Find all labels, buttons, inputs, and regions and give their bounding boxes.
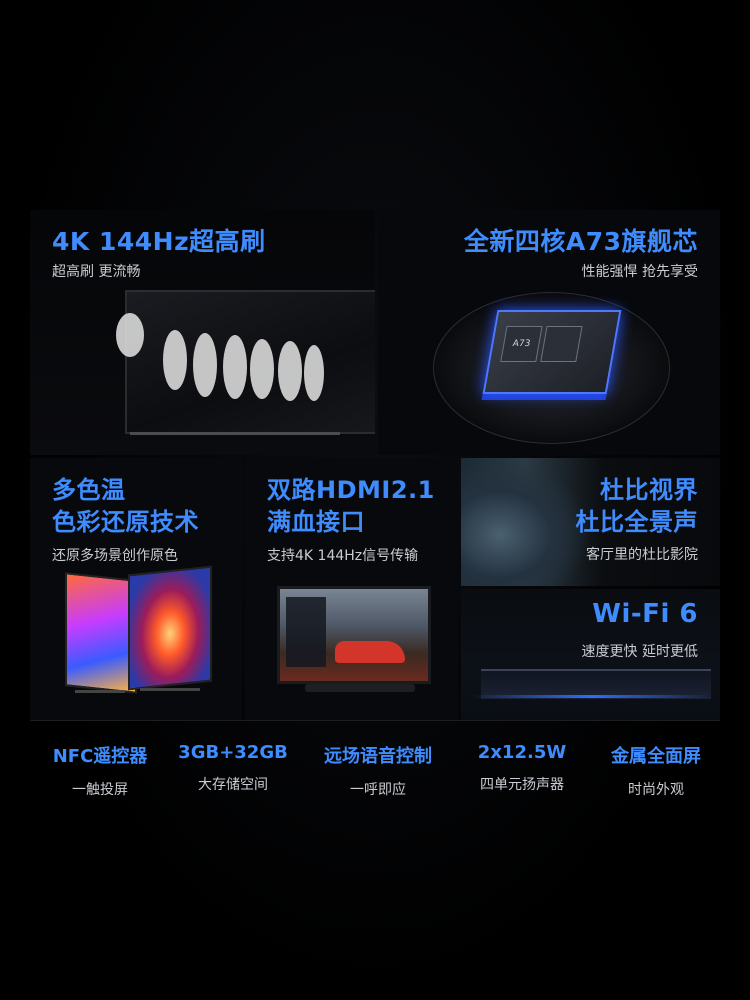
feature-subtitle: 时尚外观 bbox=[628, 782, 684, 798]
wave-image bbox=[461, 458, 591, 586]
color-title: 多色温 色彩还原技术 bbox=[52, 474, 199, 538]
hdmi-title: 双路HDMI2.1 满血接口 bbox=[267, 474, 435, 538]
tv-image-left bbox=[65, 572, 137, 694]
tv-glow bbox=[471, 695, 711, 698]
feature-subtitle: 一呼即应 bbox=[350, 782, 406, 798]
feature-speakers: 2x12.5W 四单元扬声器 bbox=[452, 742, 592, 794]
processor-chip-image: A73 bbox=[482, 310, 622, 394]
game-menu-panel bbox=[286, 597, 326, 667]
race-car-image bbox=[335, 641, 405, 663]
dolby-title-line2: 杜比全景声 bbox=[575, 508, 698, 536]
tv-image-right bbox=[128, 565, 212, 691]
chip-subtitle: 性能强悍 抢先享受 bbox=[581, 264, 698, 280]
wifi-subtitle: 速度更快 延时更低 bbox=[581, 644, 698, 660]
feature-subtitle: 大存储空间 bbox=[198, 777, 268, 793]
tv-stand bbox=[140, 688, 200, 691]
dancer-motion-image bbox=[116, 313, 324, 401]
chip-card: 全新四核A73旗舰芯 性能强悍 抢先享受 A73 bbox=[378, 210, 720, 455]
game-tv-image bbox=[277, 586, 431, 684]
color-subtitle: 还原多场景创作原色 bbox=[52, 548, 178, 564]
color-temperature-card: 多色温 色彩还原技术 还原多场景创作原色 bbox=[30, 458, 242, 720]
feature-title: NFC遥控器 bbox=[52, 746, 148, 767]
tv-stand bbox=[75, 690, 125, 693]
feature-subtitle: 四单元扬声器 bbox=[480, 777, 564, 793]
hdmi-title-line2: 满血接口 bbox=[267, 508, 365, 536]
soundbar-image bbox=[305, 684, 415, 692]
hdmi-title-line1: 双路HDMI2.1 bbox=[267, 476, 435, 504]
feature-nfc: NFC遥控器 一触投屏 bbox=[30, 742, 170, 799]
refresh-rate-subtitle: 超高刷 更流畅 bbox=[52, 264, 141, 280]
dolby-subtitle: 客厅里的杜比影院 bbox=[586, 547, 698, 563]
wifi-card: Wi-Fi 6 速度更快 延时更低 bbox=[461, 589, 720, 720]
feature-title: 金属全面屏 bbox=[611, 746, 701, 767]
refresh-rate-title: 4K 144Hz超高刷 bbox=[52, 227, 266, 256]
wifi-title: Wi-Fi 6 bbox=[592, 599, 698, 629]
feature-title: 2x12.5W bbox=[477, 742, 567, 763]
chip-core-label: A73 bbox=[500, 326, 543, 362]
feature-title: 远场语音控制 bbox=[324, 746, 432, 767]
dolby-title: 杜比视界 杜比全景声 bbox=[576, 474, 699, 538]
feature-storage: 3GB+32GB 大存储空间 bbox=[163, 742, 303, 794]
feature-screen: 金属全面屏 时尚外观 bbox=[586, 742, 726, 799]
feature-subtitle: 一触投屏 bbox=[72, 782, 128, 798]
refresh-rate-card: 4K 144Hz超高刷 超高刷 更流畅 bbox=[30, 210, 375, 455]
feature-title: 3GB+32GB bbox=[178, 742, 288, 763]
color-title-line1: 多色温 bbox=[52, 476, 126, 504]
divider bbox=[30, 720, 720, 721]
hdmi-subtitle: 支持4K 144Hz信号传输 bbox=[267, 548, 419, 564]
chip-title: 全新四核A73旗舰芯 bbox=[463, 227, 698, 256]
color-title-line2: 色彩还原技术 bbox=[52, 508, 199, 536]
feature-poster: 4K 144Hz超高刷 超高刷 更流畅 全新四核A73旗舰芯 性能强悍 抢先享受… bbox=[0, 0, 750, 1000]
feature-voice: 远场语音控制 一呼即应 bbox=[308, 742, 448, 799]
dolby-title-line1: 杜比视界 bbox=[600, 476, 698, 504]
chip-core bbox=[540, 326, 583, 362]
hdmi-card: 双路HDMI2.1 满血接口 支持4K 144Hz信号传输 bbox=[245, 458, 458, 720]
dolby-card: 杜比视界 杜比全景声 客厅里的杜比影院 bbox=[461, 458, 720, 586]
